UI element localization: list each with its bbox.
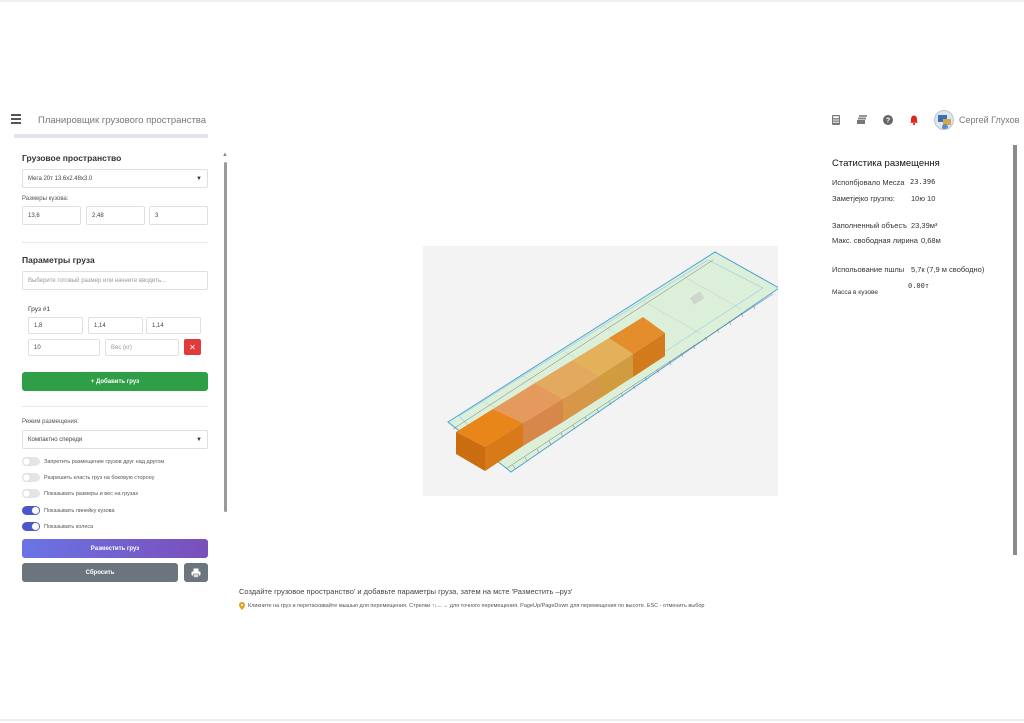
body-length-input[interactable]: 13,6 [22, 206, 81, 225]
stats-title: Статистика размещення [832, 158, 940, 169]
map-pin-icon [239, 602, 245, 610]
body-height-input[interactable]: 3 [149, 206, 208, 225]
placement-mode-select[interactable]: Компактно спереди ▼ [22, 430, 208, 449]
stats-scrollbar[interactable] [1013, 145, 1017, 555]
toggle-no-stacking[interactable] [22, 457, 40, 466]
stat-label-floor-usage: Испольование пшлы [832, 265, 905, 274]
body-width-input[interactable]: 2,48 [86, 206, 145, 225]
toggle-no-stacking-label: Запретить размещение грузов друг над дру… [44, 459, 165, 465]
stat-value-placed: 23.396 [910, 178, 936, 186]
stat-value-floor-usage: 5,7к (7,9 м свободно) [911, 265, 985, 274]
toggle-allow-side-label: Разрешить класть груз на боковую сторону [44, 475, 155, 481]
chevron-down-icon: ▼ [196, 436, 202, 443]
hint-text-content: Кликните на груз и перетаскивайте мышью … [248, 603, 705, 609]
toggle-show-dims-label: Показывать размеры и вес на грузах [44, 491, 139, 497]
stat-label-filled-volume: Заполненный объесъ [832, 221, 907, 230]
toggle-show-wheels[interactable] [22, 522, 40, 531]
toggle-allow-side[interactable] [22, 473, 40, 482]
close-icon: ✕ [189, 342, 196, 352]
stat-value-cargo-count: 10ю 10 [911, 194, 936, 203]
cargo-space-select[interactable]: Мега 20т 13.6x2.48x3.0 ▼ [22, 169, 208, 188]
bell-icon[interactable] [908, 114, 920, 126]
stat-label-mass: Масса в кузове [832, 289, 878, 296]
sidebar: Грузовое пространство Мега 20т 13.6x2.48… [14, 134, 218, 584]
svg-text:?: ? [886, 116, 891, 125]
divider [22, 242, 208, 243]
divider [22, 406, 208, 407]
bottom-border [0, 719, 1024, 721]
top-bar: Планировщик грузового пространства ? Сер… [0, 108, 1024, 134]
hint-text: Кликните на груз и перетаскивайте мышью … [239, 602, 704, 610]
toggle-show-ruler-label: Показывать линейку кузова [44, 508, 115, 514]
calculator-icon[interactable] [830, 114, 842, 126]
scroll-up-icon[interactable]: ▲ [222, 152, 228, 158]
instruction-text: Создайте грузовое пространство' и добавь… [239, 587, 573, 596]
cargo-item-title: Груз #1 [28, 306, 50, 313]
menu-icon[interactable] [11, 114, 21, 124]
reset-button[interactable]: Сбросить [22, 563, 178, 582]
stack-icon[interactable] [856, 114, 868, 126]
sidebar-scrollbar[interactable]: ▲ [222, 152, 230, 514]
cargo-weight-input[interactable]: Вес (кг) [105, 339, 179, 356]
toggle-show-wheels-label: Показывать колеса [44, 524, 94, 530]
user-name[interactable]: Сергей Глухов [959, 115, 1019, 125]
add-cargo-button[interactable]: + Добавить груз [22, 372, 208, 391]
cargo-height-input[interactable]: 1,14 [146, 317, 201, 334]
print-icon [191, 568, 201, 578]
avatar[interactable] [934, 110, 954, 130]
stat-label-placed: Испопбјовало Mecza [832, 178, 905, 187]
stat-value-max-free-width: 0,68м [921, 236, 941, 245]
top-border [0, 0, 1024, 2]
stat-label-max-free-width: Макс. свободная лирина [832, 236, 918, 245]
placement-mode-value: Компактно спереди [28, 436, 83, 443]
cargo-params-title: Параметры груза [22, 255, 95, 265]
cargo-space-select-value: Мега 20т 13.6x2.48x3.0 [28, 175, 93, 182]
cargo-width-input[interactable]: 1,14 [88, 317, 143, 334]
place-cargo-button[interactable]: Разместить груз [22, 539, 208, 558]
cargo-boxes[interactable] [456, 317, 665, 471]
cargo-3d-scene[interactable] [423, 246, 778, 496]
toggle-show-ruler[interactable] [22, 506, 40, 515]
cargo-search-input[interactable]: Выберите готовый размер или начните ввод… [22, 271, 208, 290]
cargo-3d-viewport[interactable] [423, 246, 778, 496]
cargo-space-title: Грузовое пространство [22, 153, 122, 163]
scroll-thumb[interactable] [224, 162, 227, 512]
chevron-down-icon: ▼ [196, 175, 202, 182]
placement-mode-label: Режим размещения: [22, 419, 79, 425]
delete-cargo-button[interactable]: ✕ [184, 339, 201, 355]
cargo-quantity-input[interactable]: 10 [28, 339, 100, 356]
cargo-length-input[interactable]: 1,8 [28, 317, 83, 334]
print-button[interactable] [184, 563, 208, 582]
stat-value-mass: 0.00т [908, 282, 930, 290]
toggle-show-dims[interactable] [22, 489, 40, 498]
sidebar-top-border [14, 134, 208, 138]
body-dims-label: Размеры кузова: [22, 196, 69, 202]
app-title: Планировщик грузового пространства [38, 115, 207, 126]
stat-label-cargo-count: Заметјејко грузгю: [832, 194, 895, 203]
stat-value-filled-volume: 23,39м³ [911, 221, 938, 230]
help-icon[interactable]: ? [882, 114, 894, 126]
